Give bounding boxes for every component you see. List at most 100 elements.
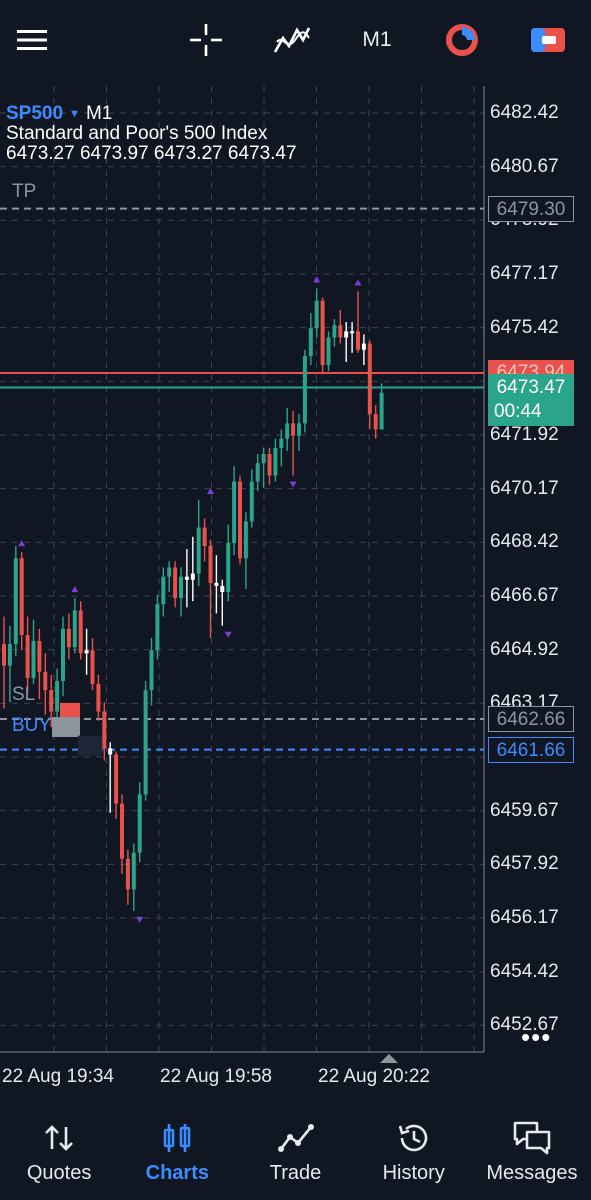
crosshair-button[interactable] [184, 18, 228, 62]
candle-body [214, 582, 219, 586]
indicators-button[interactable] [270, 18, 314, 62]
timeframe-button[interactable]: M1 [352, 18, 402, 62]
candle-body [249, 481, 254, 522]
candle-body [108, 748, 113, 755]
fractal-arrow [136, 916, 144, 923]
messages-icon [513, 1121, 551, 1155]
sl-label[interactable]: SL [12, 684, 35, 706]
price-chart[interactable]: SP500 ▼ M1 Standard and Poor's 500 Index… [0, 86, 591, 1098]
nav-label: History [382, 1162, 445, 1184]
nav-messages[interactable]: Messages [473, 1098, 591, 1200]
candle-body [66, 628, 71, 648]
bid-price-box[interactable]: 6473.47 00:44 [488, 374, 574, 427]
candle-body [137, 794, 142, 853]
candle-body [72, 610, 77, 648]
bid-price: 6473.47 [496, 377, 566, 399]
candle-body [55, 680, 60, 712]
chart-timeframe: M1 [85, 103, 113, 124]
candle-body [114, 754, 119, 804]
crosshair-icon [190, 24, 222, 56]
nav-quotes[interactable]: Quotes [0, 1098, 118, 1200]
trade-icon [531, 28, 565, 52]
fractal-arrow [354, 279, 362, 286]
symbol-name[interactable]: SP500 [6, 104, 63, 124]
candle-body [356, 331, 360, 350]
price-axis-label: 6454.42 [490, 960, 559, 982]
chart-info: SP500 ▼ M1 Standard and Poor's 500 Index… [6, 104, 297, 164]
order-tag [78, 735, 102, 756]
nav-trade[interactable]: Trade [236, 1098, 354, 1200]
time-axis-label: 22 Aug 19:34 [2, 1066, 114, 1087]
price-axis[interactable]: 6482.426480.676478.926477.176475.426473.… [486, 86, 591, 1098]
nav-history[interactable]: History [355, 1098, 473, 1200]
price-axis-label: 6456.17 [490, 906, 559, 928]
ohlc-values: 6473.27 6473.97 6473.27 6473.47 [6, 143, 297, 164]
candle-body [61, 628, 65, 681]
fractal-arrow [289, 481, 297, 488]
tp-label[interactable]: TP [12, 181, 36, 203]
candle-body [167, 567, 172, 577]
price-axis-label: 6482.42 [490, 101, 559, 123]
candle-body [25, 634, 30, 678]
candle-body [320, 300, 325, 366]
candle-body [37, 641, 42, 672]
candle-body [49, 690, 54, 712]
candle-body [297, 423, 301, 436]
indicators-icon [273, 27, 311, 53]
scroll-handle[interactable] [380, 1054, 398, 1063]
trade-chart-icon [277, 1124, 314, 1152]
menu-icon [17, 30, 47, 50]
candle-body [102, 711, 107, 749]
candle-body [308, 328, 313, 356]
price-axis-label: 6464.92 [490, 638, 559, 660]
sl-price-box[interactable]: 6462.66 [488, 705, 574, 732]
buy-price-box[interactable]: 6461.66 [488, 736, 574, 763]
candle-body [373, 414, 378, 430]
candle-body [361, 343, 366, 350]
objects-button[interactable] [440, 18, 484, 62]
candle-body [232, 481, 237, 543]
bottom-navigation: Quotes Charts Trade History Messages [0, 1098, 591, 1200]
price-axis-label: 6466.67 [490, 584, 559, 606]
tp-price-box[interactable]: 6479.30 [488, 195, 574, 222]
nav-label: Charts [145, 1162, 209, 1184]
chart-grid [0, 86, 485, 1053]
candle-body [326, 337, 331, 366]
history-icon [398, 1124, 427, 1152]
candle-body [155, 604, 160, 651]
candle-body [267, 454, 272, 476]
candle-body [208, 546, 213, 583]
price-axis-label: 6457.92 [490, 853, 559, 875]
price-axis-label: 6477.17 [490, 262, 559, 284]
trade-button[interactable] [526, 18, 570, 62]
candle-body [131, 852, 136, 890]
symbol-selector[interactable]: SP500 ▼ M1 [6, 104, 297, 124]
candle-body [196, 527, 201, 574]
time-axis-label: 22 Aug 20:22 [318, 1066, 430, 1087]
candle-body [261, 454, 266, 464]
fractal-arrow [18, 540, 26, 547]
candle-body [350, 331, 355, 334]
candle-body [255, 463, 260, 482]
candle-body [184, 576, 189, 580]
price-axis-label: 6470.17 [490, 477, 559, 499]
nav-charts[interactable]: Charts [118, 1098, 236, 1200]
price-axis-label: 6480.67 [490, 155, 559, 177]
candle-body [291, 423, 296, 436]
candle-body [379, 392, 384, 430]
more-options-icon[interactable]: ••• [521, 1022, 551, 1053]
candle-body [19, 558, 24, 635]
charts-icon [163, 1124, 191, 1152]
nav-label: Quotes [26, 1162, 92, 1184]
buy-order-label[interactable]: BUY [12, 715, 51, 737]
candle-body [220, 585, 225, 592]
menu-button[interactable] [10, 18, 54, 62]
candle-body [125, 858, 130, 890]
candle-body [78, 610, 83, 654]
candle-body [179, 576, 183, 599]
candle-body [314, 300, 319, 329]
fractal-arrow [224, 631, 232, 638]
caret-down-icon[interactable]: ▼ [69, 104, 80, 124]
candle-body [43, 671, 48, 691]
candle-body [2, 644, 6, 666]
